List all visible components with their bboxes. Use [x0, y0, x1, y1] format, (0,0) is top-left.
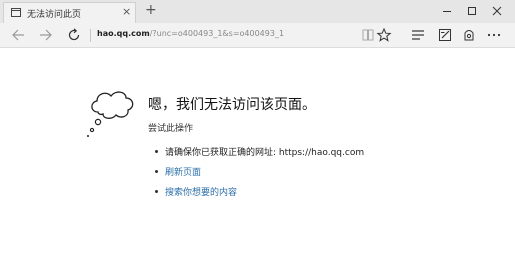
list-item-search[interactable]: 搜索你想要的内容	[155, 185, 237, 198]
check-url-text: 请确保你已获取正确的网址: https://hao.qq.com	[165, 148, 365, 158]
address-separator	[90, 29, 91, 42]
hub-icon[interactable]	[410, 27, 426, 43]
web-note-icon[interactable]	[437, 27, 453, 43]
subtitle: 尝试此操作	[148, 124, 194, 134]
star-icon[interactable]	[376, 27, 392, 43]
new-tab-button[interactable]: +	[145, 3, 157, 17]
bullet	[155, 150, 158, 153]
more-options-icon[interactable]	[486, 27, 502, 43]
minimize-icon[interactable]	[440, 5, 454, 17]
list-item-refresh[interactable]: 刷新页面	[155, 165, 201, 178]
maximize-icon[interactable]	[465, 5, 479, 17]
share-icon[interactable]	[461, 27, 477, 43]
thought-cloud-icon	[87, 91, 134, 137]
address-bar[interactable]: hao.qq.com/?unc=o400493_1&s=o400493_1	[97, 29, 284, 38]
page-icon	[11, 8, 21, 17]
reading-view-icon[interactable]	[360, 27, 376, 43]
url-path: /?unc=o400493_1&s=o400493_1	[149, 29, 285, 38]
list-item-check-url: 请确保你已获取正确的网址: https://hao.qq.com	[155, 145, 364, 158]
tab-close-icon[interactable]: ×	[122, 5, 131, 18]
bullet	[155, 170, 158, 173]
close-window-icon[interactable]	[490, 5, 504, 17]
browser-tab[interactable]: 无法访问此页 ×	[3, 2, 136, 23]
url-host: hao.qq.com	[97, 29, 150, 38]
page-title: 嗯，我们无法访问该页面。	[148, 97, 316, 113]
back-arrow-icon[interactable]	[10, 27, 26, 43]
bullet	[155, 190, 158, 193]
tab-title: 无法访问此页	[27, 10, 82, 20]
refresh-icon[interactable]	[66, 27, 82, 43]
title-bar: 无法访问此页 × +	[0, 0, 515, 23]
forward-arrow-icon[interactable]	[38, 27, 54, 43]
search-link[interactable]: 搜索你想要的内容	[165, 188, 237, 198]
navigation-bar: hao.qq.com/?unc=o400493_1&s=o400493_1	[0, 23, 515, 48]
refresh-link[interactable]: 刷新页面	[165, 168, 201, 178]
